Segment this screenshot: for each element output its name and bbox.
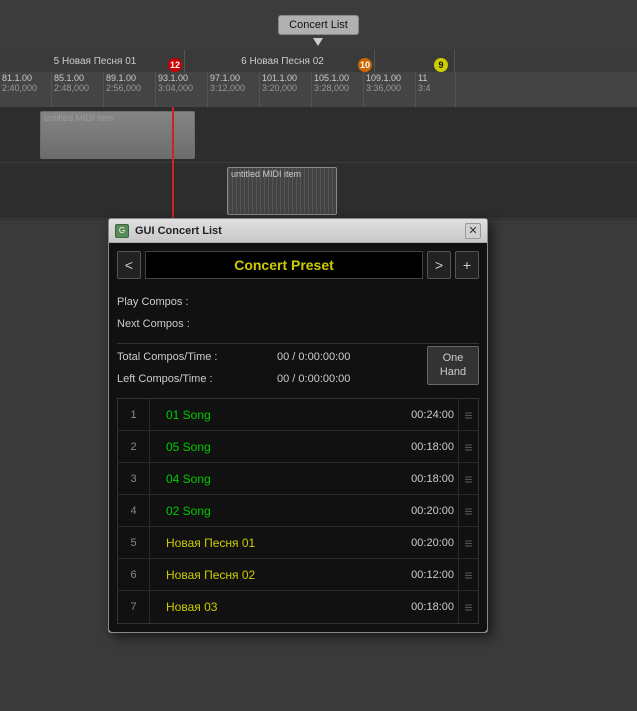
modal-icon: G [115, 224, 129, 238]
song-color-bar [150, 591, 158, 623]
song-handle-icon[interactable]: ≡ [458, 399, 478, 430]
daw-toolbar: Concert List [0, 0, 637, 50]
midi-item-2[interactable]: untitled MIDI item [227, 167, 337, 215]
song-row[interactable]: 2 05 Song00:18:00≡ [118, 431, 478, 463]
ruler-mark-8: 109.1.00 3:36,000 [364, 72, 416, 107]
song-time: 00:18:00 [388, 601, 458, 613]
total-compos-row: Total Compos/Time : 00 / 0:00:00:00 [117, 346, 419, 368]
song-row[interactable]: 6 Новая Песня 0200:12:00≡ [118, 559, 478, 591]
modal-content: < Concert Preset > + Play Compos : Next … [109, 243, 487, 632]
midi-track-row-2: untitled MIDI item [0, 163, 637, 219]
song-handle-icon[interactable]: ≡ [458, 431, 478, 462]
song-list: 101 Song00:24:00≡205 Song00:18:00≡304 So… [117, 398, 479, 624]
preset-name-box: Concert Preset [145, 251, 423, 279]
midi-track-row-1: untitled MIDI item [0, 107, 637, 163]
preset-nav: < Concert Preset > + [117, 251, 479, 279]
playhead-line-1 [172, 107, 174, 163]
song-row[interactable]: 4 02 Song00:20:00≡ [118, 495, 478, 527]
playhead-line-2 [172, 163, 174, 219]
ruler-mark-2: 85.1.00 2:48,000 [52, 72, 104, 107]
track-badge-1: 12 [168, 58, 182, 72]
ruler-mark-7: 105.1.00 3:28,000 [312, 72, 364, 107]
modal-titlebar[interactable]: G GUI Concert List ✕ [109, 219, 487, 243]
play-compos-section: Play Compos : Next Compos : [117, 287, 479, 339]
cursor-indicator [313, 38, 323, 46]
play-compos-row: Play Compos : [117, 291, 479, 313]
track-header-2: 6 Новая Песня 02 10 [185, 50, 375, 72]
song-handle-icon[interactable]: ≡ [458, 495, 478, 526]
song-handle-icon[interactable]: ≡ [458, 463, 478, 494]
concert-list-label: Concert List [289, 19, 348, 31]
track-area: 5 Новая Песня 01 12 6 Новая Песня 02 10 … [0, 50, 637, 220]
concert-list-button[interactable]: Concert List [278, 15, 359, 35]
song-number: 7 [118, 591, 150, 623]
next-compos-label: Next Compos : [117, 318, 277, 330]
song-handle-icon[interactable]: ≡ [458, 591, 478, 623]
prev-preset-button[interactable]: < [117, 251, 141, 279]
stats-section: Total Compos/Time : 00 / 0:00:00:00 Left… [117, 346, 479, 390]
track-badge-2: 10 [358, 58, 372, 72]
ruler-mark-1: 81.1.00 2:40,000 [0, 72, 52, 107]
track-header-1: 5 Новая Песня 01 12 [0, 50, 185, 72]
ruler-mark-3: 89.1.00 2:56,000 [104, 72, 156, 107]
song-row[interactable]: 3 04 Song00:18:00≡ [118, 463, 478, 495]
preset-name: Concert Preset [234, 257, 334, 273]
add-preset-button[interactable]: + [455, 251, 479, 279]
modal-close-button[interactable]: ✕ [465, 223, 481, 239]
song-time: 00:18:00 [388, 441, 458, 453]
song-row[interactable]: 1 01 Song00:24:00≡ [118, 399, 478, 431]
song-number: 3 [118, 463, 150, 494]
song-name: 02 Song [162, 504, 388, 518]
song-handle-icon[interactable]: ≡ [458, 527, 478, 558]
total-compos-label: Total Compos/Time : [117, 351, 277, 363]
song-row[interactable]: 5 Новая Песня 0100:20:00≡ [118, 527, 478, 559]
song-time: 00:12:00 [388, 569, 458, 581]
track-badge-3: 9 [434, 58, 448, 72]
song-color-bar [150, 463, 158, 494]
modal-title: GUI Concert List [135, 225, 465, 237]
song-color-bar [150, 527, 158, 558]
left-compos-value: 00 / 0:00:00:00 [277, 373, 350, 385]
ruler-mark-4: 93.1.00 3:04,000 [156, 72, 208, 107]
song-number: 4 [118, 495, 150, 526]
song-row[interactable]: 7 Новая 0300:18:00≡ [118, 591, 478, 623]
song-number: 5 [118, 527, 150, 558]
song-number: 1 [118, 399, 150, 430]
song-name: 01 Song [162, 408, 388, 422]
song-time: 00:24:00 [388, 409, 458, 421]
left-compos-row: Left Compos/Time : 00 / 0:00:00:00 [117, 368, 419, 390]
song-color-bar [150, 495, 158, 526]
ruler-mark-9: 11 3:4 [416, 72, 456, 107]
next-compos-row: Next Compos : [117, 313, 479, 335]
song-time: 00:20:00 [388, 537, 458, 549]
play-compos-label: Play Compos : [117, 296, 277, 308]
song-time: 00:20:00 [388, 505, 458, 517]
left-compos-label: Left Compos/Time : [117, 373, 277, 385]
song-number: 6 [118, 559, 150, 590]
track-header-row: 5 Новая Песня 01 12 6 Новая Песня 02 10 … [0, 50, 637, 72]
song-color-bar [150, 559, 158, 590]
song-color-bar [150, 399, 158, 430]
one-hand-button[interactable]: OneHand [427, 346, 479, 385]
ruler-mark-6: 101.1.00 3:20,000 [260, 72, 312, 107]
concert-list-modal: G GUI Concert List ✕ < Concert Preset > … [108, 218, 488, 633]
midi-area: untitled MIDI item untitled MIDI item [0, 107, 637, 220]
song-name: Новая Песня 02 [162, 568, 388, 582]
song-name: 05 Song [162, 440, 388, 454]
ruler-mark-5: 97.1.00 3:12,000 [208, 72, 260, 107]
song-time: 00:18:00 [388, 473, 458, 485]
song-name: 04 Song [162, 472, 388, 486]
track-header-3: 9 [375, 50, 455, 72]
song-color-bar [150, 431, 158, 462]
divider-1 [117, 343, 479, 344]
song-name: Новая Песня 01 [162, 536, 388, 550]
stats-left: Total Compos/Time : 00 / 0:00:00:00 Left… [117, 346, 419, 390]
song-name: Новая 03 [162, 600, 388, 614]
total-compos-value: 00 / 0:00:00:00 [277, 351, 350, 363]
next-preset-button[interactable]: > [427, 251, 451, 279]
song-number: 2 [118, 431, 150, 462]
song-handle-icon[interactable]: ≡ [458, 559, 478, 590]
ruler: 81.1.00 2:40,000 85.1.00 2:48,000 89.1.0… [0, 72, 637, 107]
